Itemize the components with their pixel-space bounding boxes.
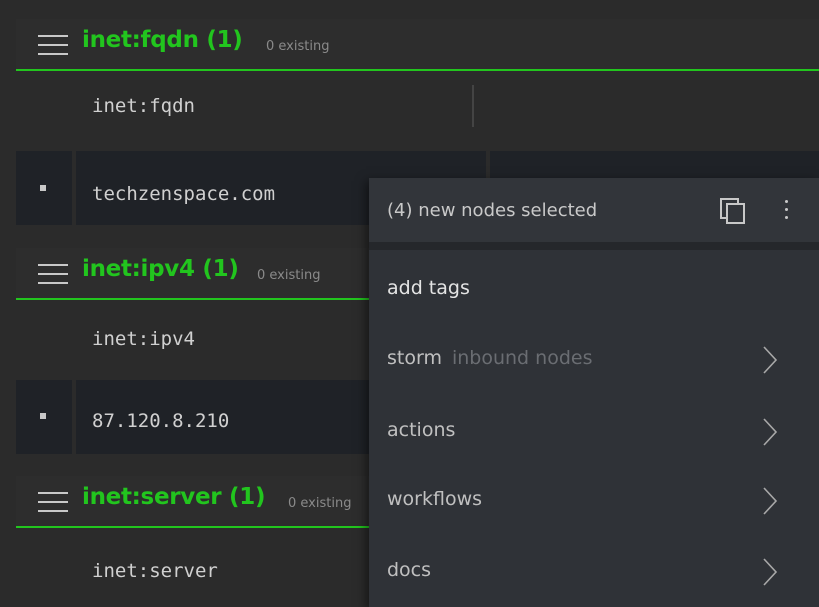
menu-icon[interactable]	[38, 35, 68, 55]
column-label[interactable]: inet:ipv4	[92, 328, 195, 350]
chevron-right-icon	[763, 418, 778, 446]
form-title: inet:fqdn (1)	[82, 27, 243, 53]
row-select[interactable]	[16, 151, 76, 225]
selection-count: (4) new nodes selected	[387, 200, 598, 221]
existing-count: 0 existing	[288, 496, 352, 511]
menu-item-label: actions	[387, 419, 456, 441]
row-bullet-icon	[40, 185, 46, 191]
copy-icon[interactable]	[718, 196, 748, 226]
menu-item-add-tags[interactable]: add tags	[369, 255, 819, 325]
context-menu: (4) new nodes selected add tags storm inb…	[369, 178, 819, 607]
column-header-fqdn: inet:fqdn	[16, 71, 819, 145]
menu-item-storm[interactable]: storm inbound nodes	[369, 325, 819, 395]
menu-item-label: docs	[387, 559, 432, 581]
menu-item-label: workflows	[387, 488, 483, 510]
chevron-right-icon	[763, 346, 778, 374]
menu-item-actions[interactable]: actions	[369, 397, 819, 467]
more-options-icon[interactable]	[783, 200, 789, 222]
row-bullet-icon	[40, 413, 46, 419]
column-label[interactable]: inet:fqdn	[92, 95, 195, 117]
menu-item-label: storm inbound nodes	[387, 347, 592, 369]
form-title: inet:server (1)	[82, 484, 266, 510]
row-value[interactable]: techzenspace.com	[92, 183, 275, 205]
storm-label: storm	[387, 347, 442, 369]
menu-icon[interactable]	[38, 492, 68, 512]
chevron-right-icon	[763, 558, 778, 586]
section-header-fqdn: inet:fqdn (1) 0 existing	[16, 19, 819, 71]
column-label[interactable]: inet:server	[92, 560, 218, 582]
chevron-right-icon	[763, 487, 778, 515]
storm-sublabel: inbound nodes	[451, 347, 593, 369]
menu-header: (4) new nodes selected	[369, 178, 819, 250]
menu-item-workflows[interactable]: workflows	[369, 466, 819, 536]
existing-count: 0 existing	[257, 268, 321, 283]
row-select[interactable]	[16, 380, 76, 454]
existing-count: 0 existing	[266, 39, 330, 54]
column-divider[interactable]	[472, 85, 474, 127]
row-value[interactable]: 87.120.8.210	[92, 410, 229, 432]
menu-item-label: add tags	[387, 277, 470, 299]
menu-icon[interactable]	[38, 264, 68, 284]
menu-item-docs[interactable]: docs	[369, 537, 819, 607]
form-title: inet:ipv4 (1)	[82, 256, 239, 282]
